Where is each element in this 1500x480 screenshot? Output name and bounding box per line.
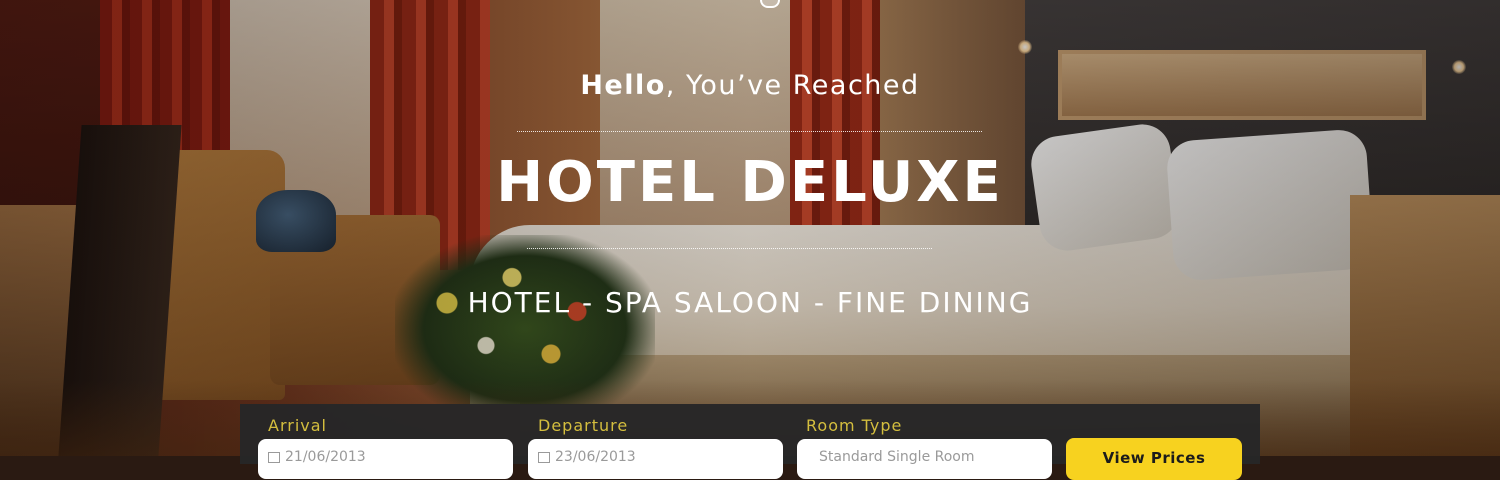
calendar-icon xyxy=(268,451,280,463)
room-type-select[interactable]: Standard Single Room xyxy=(797,439,1052,479)
departure-date-field[interactable]: 23/06/2013 xyxy=(528,439,783,479)
booking-bar: Arrival 21/06/2013 Departure 23/06/2013 … xyxy=(240,404,1260,480)
hotel-title: HOTEL DELUXE xyxy=(496,150,1004,215)
hotel-tagline: HOTEL - SPA SALOON - FINE DINING xyxy=(467,286,1033,319)
room-type-label: Room Type xyxy=(806,416,903,435)
departure-date-value: 23/06/2013 xyxy=(555,449,636,465)
divider-bottom xyxy=(527,248,932,249)
hero-background xyxy=(0,0,1500,456)
departure-label: Departure xyxy=(538,416,629,435)
dark-overlay xyxy=(0,0,1500,456)
greeting: Hello, You’ve Reached xyxy=(0,70,1500,101)
greeting-strong: Hello xyxy=(580,70,666,101)
greeting-rest: , You’ve Reached xyxy=(665,70,920,101)
divider-top xyxy=(517,131,982,132)
arrival-date-field[interactable]: 21/06/2013 xyxy=(258,439,513,479)
room-type-value: Standard Single Room xyxy=(819,449,975,465)
arrival-date-value: 21/06/2013 xyxy=(285,449,366,465)
calendar-icon xyxy=(538,451,550,463)
view-prices-button[interactable]: View Prices xyxy=(1066,438,1242,480)
arrival-label: Arrival xyxy=(268,416,327,435)
